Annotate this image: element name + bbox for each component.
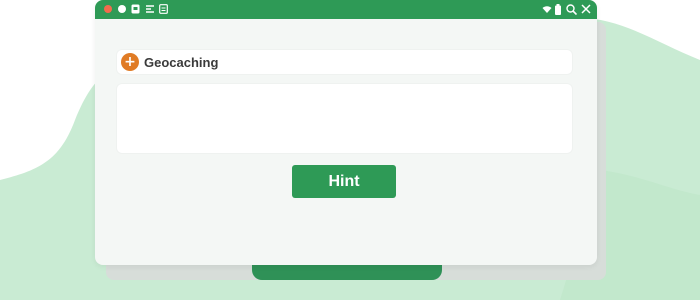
app-window: + Geocaching Hint — [95, 0, 597, 265]
wifi-icon — [542, 2, 552, 16]
cast-icon — [145, 2, 155, 16]
circle-icon — [118, 5, 126, 13]
battery-icon — [555, 2, 561, 16]
clipboard-icon — [159, 2, 168, 16]
search-icon[interactable] — [566, 2, 577, 16]
screen: + Geocaching Hint — [0, 0, 700, 300]
close-dot-icon[interactable] — [104, 5, 112, 13]
hint-button[interactable]: Hint — [292, 165, 396, 198]
title-bar — [95, 0, 597, 19]
notification-icon — [131, 2, 140, 16]
close-icon[interactable] — [581, 2, 591, 16]
content-area — [117, 84, 572, 153]
geocaching-header: + Geocaching — [117, 50, 572, 74]
plus-icon[interactable]: + — [121, 53, 139, 71]
header-title: Geocaching — [144, 54, 219, 70]
